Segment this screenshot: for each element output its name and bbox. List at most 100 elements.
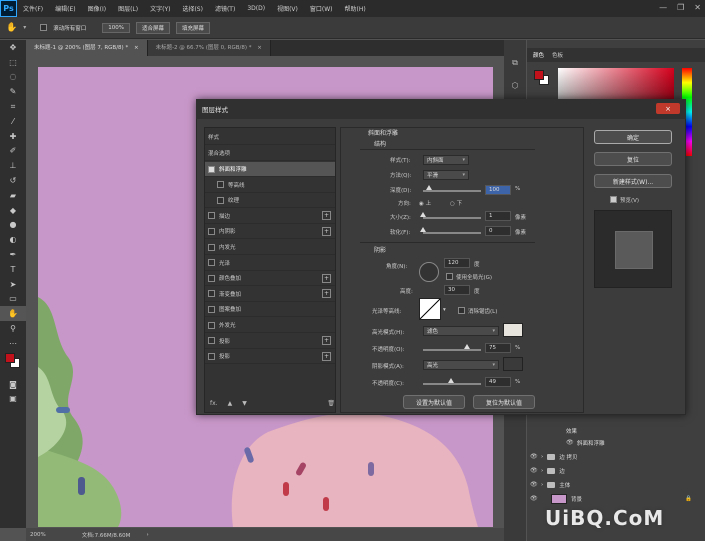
menu-3d[interactable]: 3D(D) bbox=[241, 5, 271, 12]
trash-icon[interactable]: 🗑 bbox=[327, 400, 335, 407]
style-item[interactable]: 图案叠加 bbox=[205, 302, 335, 318]
shadow-opacity-input[interactable]: 49 bbox=[485, 377, 511, 387]
zoom-readout[interactable]: 200% bbox=[30, 532, 46, 538]
depth-slider[interactable] bbox=[423, 190, 481, 192]
status-menu-chevron-icon[interactable]: › bbox=[146, 532, 148, 538]
gloss-contour-picker[interactable] bbox=[419, 298, 441, 320]
quick-select-tool-icon[interactable]: ✎ bbox=[0, 84, 26, 99]
highlight-color-swatch[interactable] bbox=[503, 323, 523, 337]
add-style-icon[interactable]: + bbox=[322, 273, 331, 283]
reset-button[interactable]: 复位 bbox=[594, 152, 672, 166]
style-checkbox[interactable] bbox=[208, 165, 215, 173]
style-item[interactable]: 等高线 bbox=[205, 178, 335, 193]
styles-header[interactable]: 样式 bbox=[205, 130, 335, 145]
shape-tool-icon[interactable]: ▭ bbox=[0, 292, 26, 307]
add-style-icon[interactable]: + bbox=[322, 211, 331, 221]
lasso-tool-icon[interactable]: ◌ bbox=[0, 70, 26, 85]
menu-view[interactable]: 视图(V) bbox=[271, 4, 304, 13]
visibility-eye-icon[interactable]: 👁 bbox=[530, 467, 538, 474]
size-slider[interactable] bbox=[423, 217, 481, 219]
size-input[interactable]: 1 bbox=[485, 211, 511, 221]
blend-options-item[interactable]: 混合选项 bbox=[205, 146, 335, 161]
style-checkbox[interactable] bbox=[208, 243, 215, 251]
stamp-tool-icon[interactable]: ⊥ bbox=[0, 158, 26, 173]
menu-type[interactable]: 文字(Y) bbox=[144, 4, 176, 13]
altitude-input[interactable]: 30 bbox=[444, 285, 470, 295]
style-checkbox[interactable] bbox=[208, 305, 215, 313]
move-up-icon[interactable]: ▲ bbox=[228, 400, 233, 407]
depth-slider-thumb[interactable] bbox=[426, 185, 432, 190]
tab-document-2[interactable]: 未标题-2 @ 66.7% (图层 0, RGB/8) * × bbox=[147, 40, 271, 56]
highlight-opacity-thumb[interactable] bbox=[464, 344, 470, 349]
direction-up-radio[interactable]: ◉ 上 bbox=[419, 199, 431, 207]
paint-bucket-tool-icon[interactable]: ◆ bbox=[0, 203, 26, 218]
color-swatches[interactable] bbox=[0, 351, 26, 377]
move-tool-icon[interactable]: ✥ bbox=[0, 40, 26, 55]
zoom-tool-icon[interactable]: ⚲ bbox=[0, 321, 26, 336]
eraser-tool-icon[interactable]: ▰ bbox=[0, 188, 26, 203]
style-checkbox[interactable] bbox=[208, 274, 215, 282]
angle-input[interactable]: 120 bbox=[444, 258, 470, 268]
style-item[interactable]: 内阴影 + bbox=[205, 224, 335, 240]
style-item[interactable]: 投影 + bbox=[205, 334, 335, 349]
pen-tool-icon[interactable]: ✒ bbox=[0, 247, 26, 262]
path-select-tool-icon[interactable]: ➤ bbox=[0, 277, 26, 292]
foreground-color-swatch[interactable] bbox=[5, 352, 15, 363]
add-style-icon[interactable]: + bbox=[322, 351, 331, 361]
minimize-icon[interactable]: — bbox=[659, 3, 667, 12]
visibility-eye-icon[interactable]: 👁 bbox=[530, 453, 538, 460]
ok-button[interactable]: 确定 bbox=[594, 130, 672, 144]
highlight-opacity-slider[interactable] bbox=[423, 349, 481, 351]
style-checkbox[interactable] bbox=[208, 259, 215, 267]
style-checkbox[interactable] bbox=[217, 196, 224, 204]
fill-screen-button[interactable]: 填充屏幕 bbox=[176, 21, 211, 34]
type-tool-icon[interactable]: T bbox=[0, 262, 26, 277]
highlight-mode-dropdown[interactable]: 滤色 bbox=[423, 326, 499, 336]
layer-bevel-effect-row[interactable]: 👁 斜面和浮雕 bbox=[530, 436, 700, 449]
style-dropdown[interactable]: 内斜面 bbox=[423, 155, 469, 165]
style-item[interactable]: 渐变叠加 + bbox=[205, 287, 335, 302]
shadow-opacity-thumb[interactable] bbox=[448, 378, 454, 383]
soften-slider-thumb[interactable] bbox=[420, 227, 426, 232]
style-checkbox[interactable] bbox=[208, 290, 215, 298]
menu-window[interactable]: 窗口(W) bbox=[304, 4, 339, 13]
quick-mask-icon[interactable]: ◙ bbox=[0, 377, 26, 392]
expand-chevron-icon[interactable]: › bbox=[541, 454, 543, 460]
style-checkbox[interactable] bbox=[208, 212, 215, 220]
expand-chevron-icon[interactable]: › bbox=[541, 482, 543, 488]
panel-foreground-swatch[interactable] bbox=[534, 70, 544, 80]
eyedropper-tool-icon[interactable]: ⁄ bbox=[0, 114, 26, 129]
menu-file[interactable]: 文件(F) bbox=[17, 4, 49, 13]
style-checkbox[interactable] bbox=[208, 337, 215, 345]
layer-group-row[interactable]: 👁 › 主体 bbox=[530, 478, 700, 491]
size-slider-thumb[interactable] bbox=[420, 212, 426, 217]
make-default-button[interactable]: 设置为默认值 bbox=[403, 395, 465, 409]
menu-edit[interactable]: 编辑(E) bbox=[49, 4, 81, 13]
style-checkbox[interactable] bbox=[208, 352, 215, 360]
soften-input[interactable]: 0 bbox=[485, 226, 511, 236]
blur-tool-icon[interactable]: ● bbox=[0, 218, 26, 233]
dialog-close-icon[interactable]: × bbox=[656, 103, 680, 114]
more-tools-icon[interactable]: ⋯ bbox=[0, 336, 26, 351]
close-icon[interactable]: ✕ bbox=[694, 3, 701, 12]
menu-filter[interactable]: 滤镜(T) bbox=[209, 4, 241, 13]
menu-image[interactable]: 图像(I) bbox=[82, 4, 112, 13]
global-light-checkbox[interactable] bbox=[446, 273, 453, 280]
style-item[interactable]: 描边 + bbox=[205, 209, 335, 224]
depth-input[interactable]: 100 bbox=[485, 185, 511, 195]
layer-group-row[interactable]: 👁 › 边 bbox=[530, 464, 700, 477]
restore-icon[interactable]: ❐ bbox=[677, 3, 684, 12]
3d-panel-icon[interactable]: ⬡ bbox=[504, 74, 526, 96]
direction-down-radio[interactable]: ○ 下 bbox=[450, 199, 462, 207]
style-item[interactable]: 内发光 bbox=[205, 240, 335, 255]
tab-close-icon[interactable]: × bbox=[257, 45, 262, 51]
crop-tool-icon[interactable]: ⌗ bbox=[0, 99, 26, 114]
dodge-tool-icon[interactable]: ◐ bbox=[0, 232, 26, 247]
fx-menu-icon[interactable]: fx. bbox=[210, 400, 218, 407]
style-checkbox[interactable] bbox=[217, 181, 224, 189]
expand-chevron-icon[interactable]: › bbox=[541, 468, 543, 474]
visibility-eye-icon[interactable]: 👁 bbox=[530, 495, 538, 502]
style-item[interactable]: 纹理 bbox=[205, 193, 335, 209]
contour-chevron-icon[interactable]: ▾ bbox=[443, 307, 446, 313]
move-down-icon[interactable]: ▼ bbox=[242, 400, 247, 407]
